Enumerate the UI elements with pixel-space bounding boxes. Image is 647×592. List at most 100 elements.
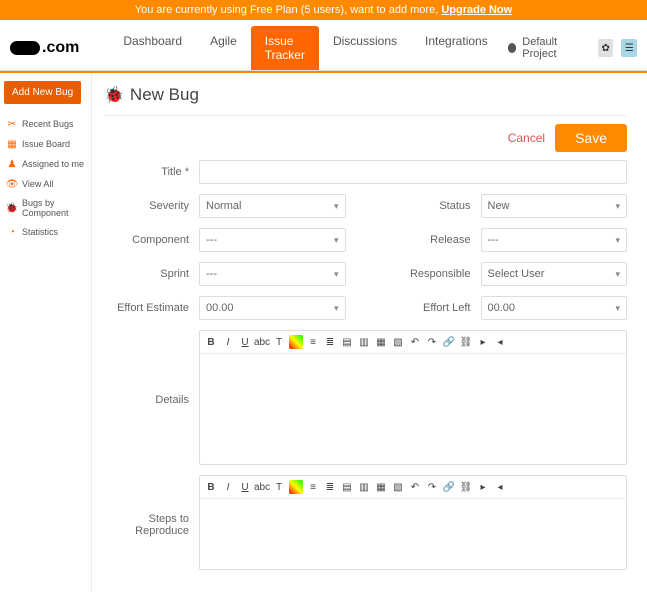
settings-icon[interactable]: ✿	[598, 39, 614, 57]
outdent-icon[interactable]: ◂	[493, 480, 507, 494]
strike-icon[interactable]: abc	[255, 480, 269, 494]
component-value: ---	[206, 234, 217, 246]
align-right-icon[interactable]: ▦	[374, 480, 388, 494]
outdent-icon[interactable]: ◂	[493, 335, 507, 349]
logo-icon	[10, 41, 40, 55]
align-left-icon[interactable]: ▤	[340, 335, 354, 349]
responsible-select[interactable]: Select User	[481, 262, 628, 286]
align-left-icon[interactable]: ▤	[340, 480, 354, 494]
title-label: Title *	[104, 166, 199, 178]
bullet-list-icon[interactable]: ≡	[306, 480, 320, 494]
sidebar-item-viewall[interactable]: 👁View All	[4, 174, 87, 194]
tools-icon: ✂	[6, 118, 18, 130]
form-actions: Cancel Save	[104, 124, 627, 152]
link-icon[interactable]: 🔗	[442, 335, 456, 349]
bgcolor-icon[interactable]	[289, 335, 303, 349]
align-right-icon[interactable]: ▦	[374, 335, 388, 349]
severity-label: Severity	[104, 200, 199, 212]
align-center-icon[interactable]: ▥	[357, 480, 371, 494]
component-select[interactable]: ---	[199, 228, 346, 252]
underline-icon[interactable]: U	[238, 480, 252, 494]
sidebar-item-recent[interactable]: ✂Recent Bugs	[4, 114, 87, 134]
effort-left-value: 00.00	[488, 302, 516, 314]
nav-dashboard[interactable]: Dashboard	[109, 26, 196, 70]
cancel-button[interactable]: Cancel	[508, 131, 545, 145]
release-value: ---	[488, 234, 499, 246]
align-justify-icon[interactable]: ▧	[391, 335, 405, 349]
nav-issue-tracker[interactable]: Issue Tracker	[251, 26, 319, 70]
bullet-list-icon[interactable]: ≡	[306, 335, 320, 349]
main-nav: Dashboard Agile Issue Tracker Discussion…	[109, 26, 501, 70]
eye-icon: 👁	[6, 178, 18, 190]
page-title: 🐞 New Bug	[104, 85, 627, 105]
board-icon: ▦	[6, 138, 18, 150]
sidebar-label-assigned: Assigned to me	[22, 159, 84, 169]
details-editor: B I U abc T ≡ ≣ ▤ ▥ ▦ ▧ ↶ ↷ 🔗	[199, 330, 627, 465]
release-label: Release	[386, 234, 481, 246]
nav-agile[interactable]: Agile	[196, 26, 251, 70]
sidebar-item-board[interactable]: ▦ Issue Board	[4, 134, 87, 154]
project-selector[interactable]: Default Project	[502, 34, 590, 62]
upgrade-link[interactable]: Upgrade Now	[441, 4, 512, 16]
title-divider	[104, 115, 627, 116]
unlink-icon[interactable]: ⛓	[459, 480, 473, 494]
details-textarea[interactable]	[200, 354, 626, 464]
sprint-value: ---	[206, 268, 217, 280]
content-area: 🐞 New Bug Cancel Save Title * Severity N…	[92, 73, 647, 592]
undo-icon[interactable]: ↶	[408, 480, 422, 494]
effort-left-select[interactable]: 00.00	[481, 296, 628, 320]
redo-icon[interactable]: ↷	[425, 480, 439, 494]
steps-textarea[interactable]	[200, 499, 626, 569]
bold-icon[interactable]: B	[204, 335, 218, 349]
number-list-icon[interactable]: ≣	[323, 480, 337, 494]
textcolor-icon[interactable]: T	[272, 480, 286, 494]
nav-discussions[interactable]: Discussions	[319, 26, 411, 70]
add-new-bug-button[interactable]: Add New Bug	[4, 81, 81, 104]
sidebar-label-stats: Statistics	[22, 227, 58, 237]
banner-text: You are currently using Free Plan (5 use…	[135, 4, 442, 16]
unlink-icon[interactable]: ⛓	[459, 335, 473, 349]
number-list-icon[interactable]: ≣	[323, 335, 337, 349]
textcolor-icon[interactable]: T	[272, 335, 286, 349]
align-center-icon[interactable]: ▥	[357, 335, 371, 349]
sidebar-item-assigned[interactable]: ♟ Assigned to me	[4, 154, 87, 174]
italic-icon[interactable]: I	[221, 480, 235, 494]
effort-est-value: 00.00	[206, 302, 234, 314]
responsible-value: Select User	[488, 268, 545, 280]
effort-est-select[interactable]: 00.00	[199, 296, 346, 320]
status-select[interactable]: New	[481, 194, 628, 218]
sidebar-item-component[interactable]: 🐞Bugs by Component	[4, 194, 87, 222]
align-justify-icon[interactable]: ▧	[391, 480, 405, 494]
indent-icon[interactable]: ▸	[476, 480, 490, 494]
release-select[interactable]: ---	[481, 228, 628, 252]
undo-icon[interactable]: ↶	[408, 335, 422, 349]
sidebar-item-stats[interactable]: ◔Statistics	[4, 222, 87, 242]
header-right: Default Project ✿ ☰	[502, 34, 637, 62]
redo-icon[interactable]: ↷	[425, 335, 439, 349]
sprint-label: Sprint	[104, 268, 199, 280]
effort-est-label: Effort Estimate	[104, 302, 199, 314]
sprint-select[interactable]: ---	[199, 262, 346, 286]
bgcolor-icon[interactable]	[289, 480, 303, 494]
underline-icon[interactable]: U	[238, 335, 252, 349]
sidebar-label-board: Issue Board	[22, 139, 70, 149]
responsible-label: Responsible	[386, 268, 481, 280]
severity-select[interactable]: Normal	[199, 194, 346, 218]
indent-icon[interactable]: ▸	[476, 335, 490, 349]
bold-icon[interactable]: B	[204, 480, 218, 494]
save-button[interactable]: Save	[555, 124, 627, 152]
status-value: New	[488, 200, 510, 212]
nav-integrations[interactable]: Integrations	[411, 26, 502, 70]
details-label: Details	[104, 390, 199, 406]
effort-left-label: Effort Left	[386, 302, 481, 314]
user-icon: ♟	[6, 158, 18, 170]
sidebar: Add New Bug ✂Recent Bugs ▦ Issue Board ♟ A…	[0, 73, 92, 592]
title-input[interactable]	[199, 160, 627, 184]
italic-icon[interactable]: I	[221, 335, 235, 349]
user-icon[interactable]: ☰	[621, 39, 637, 57]
bug-icon: 🐞	[6, 202, 18, 214]
project-dot-icon	[508, 43, 517, 53]
link-icon[interactable]: 🔗	[442, 480, 456, 494]
logo[interactable]: .com	[10, 39, 79, 57]
strike-icon[interactable]: abc	[255, 335, 269, 349]
